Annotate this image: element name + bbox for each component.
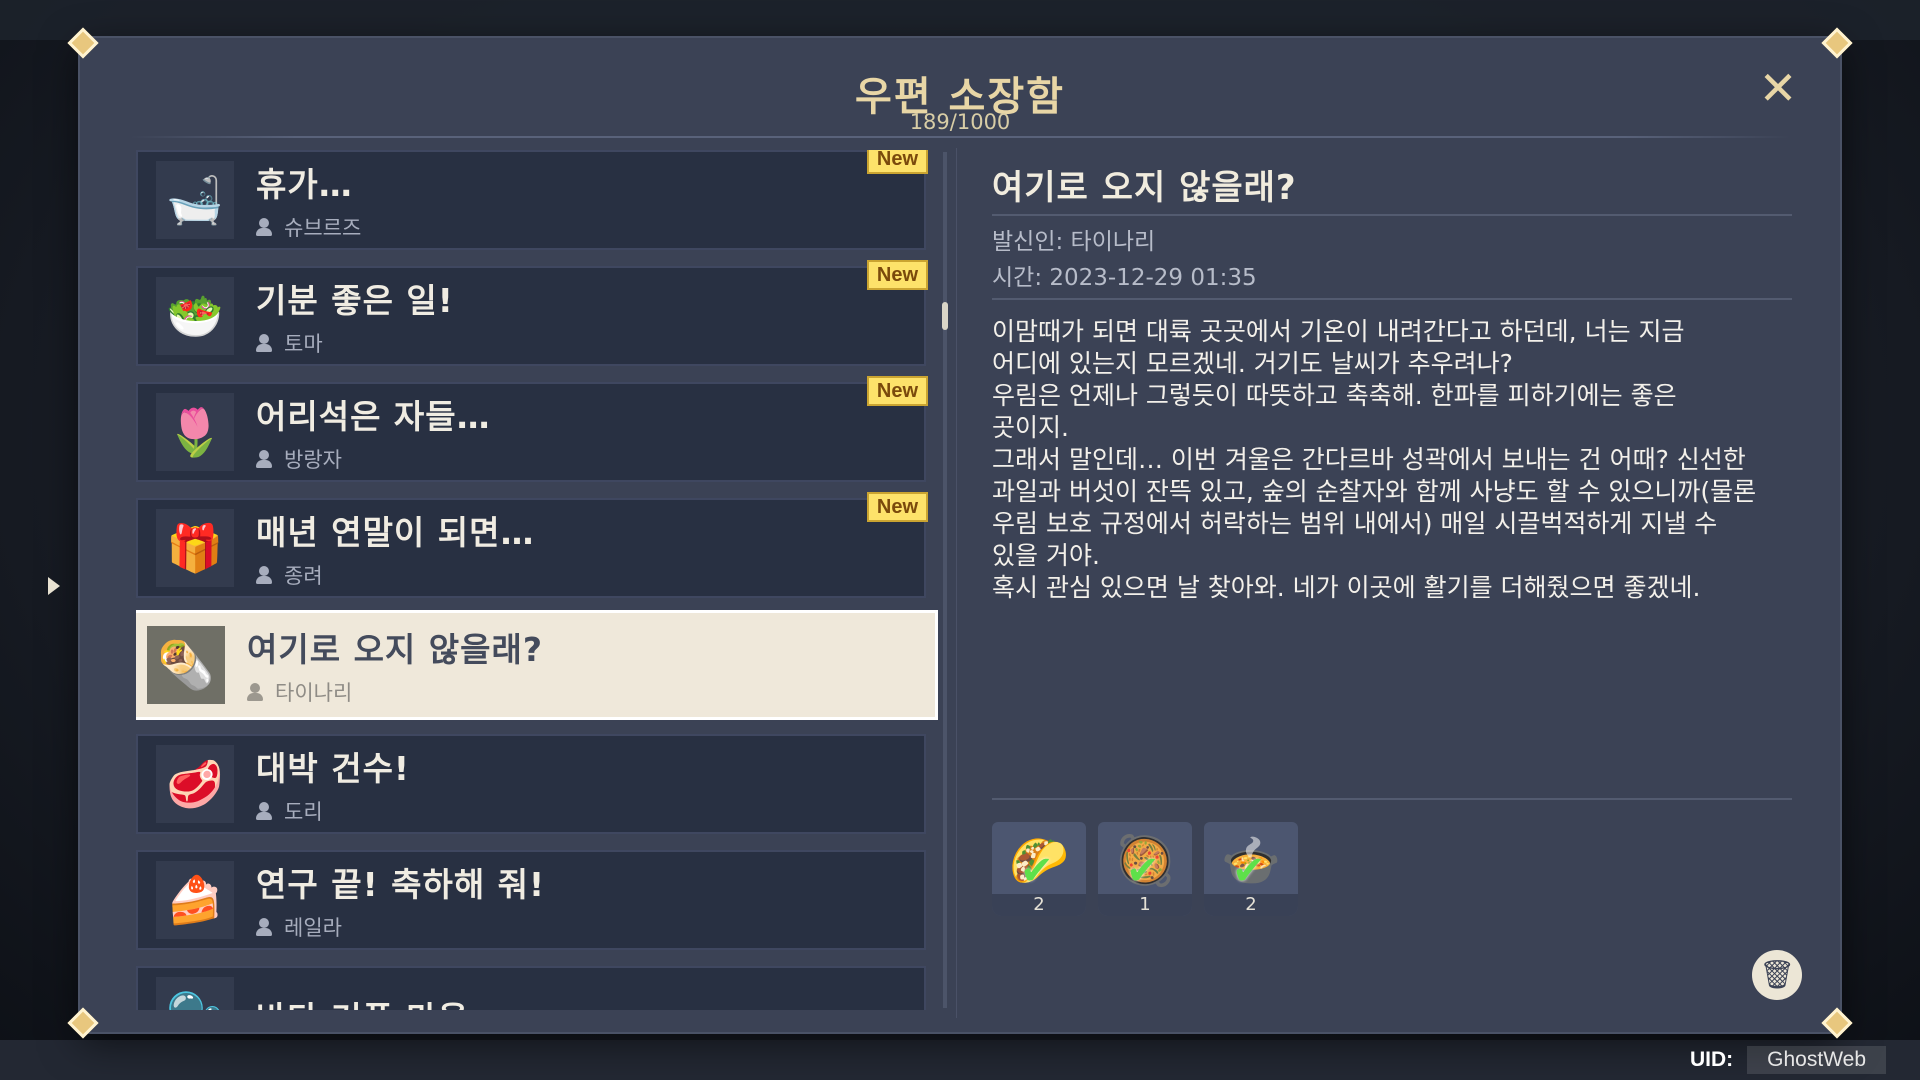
- trash-icon: 🗑: [1759, 958, 1795, 991]
- corner-ornament-icon: [1821, 27, 1853, 60]
- flower-icon: 🌷: [156, 393, 234, 471]
- salad-dish-icon: 🥗: [156, 277, 234, 355]
- person-icon: [256, 918, 272, 936]
- close-icon: ✕: [1758, 61, 1798, 115]
- reward-quantity: 1: [1098, 894, 1192, 916]
- mail-body-line: 어디에 있는지 모르겠네. 거기도 날씨가 추우려나?: [992, 349, 1513, 378]
- divider: [992, 214, 1792, 216]
- mail-list-item[interactable]: 🎁 매년 연말이 되면… 종려 New: [136, 492, 928, 598]
- person-icon: [256, 218, 272, 236]
- person-icon: [256, 334, 272, 352]
- mail-list[interactable]: 🛁 휴가… 슈브르즈 New 🥗 기분 좋은 일! 토마 New 🌷 어리석은 …: [136, 150, 1016, 1010]
- mail-subject: 휴가…: [256, 165, 353, 204]
- mail-body-line: 과일과 버섯이 잔뜩 있고, 숲의 순찰자와 함께 사냥도 할 수 있으니까(물…: [992, 477, 1757, 506]
- person-icon: [256, 566, 272, 584]
- close-button[interactable]: ✕: [1756, 65, 1800, 111]
- mail-body: 이맘때가 되면 대륙 곳곳에서 기온이 내려간다고 하던데, 너는 지금 어디에…: [992, 316, 1792, 604]
- reward-list: 🌮 ✔ 2 🥘 ✔ 1 🍲 ✔ 2: [992, 822, 1298, 916]
- mail-body-line: 우림 보호 규정에서 허락하는 범위 내에서) 매일 시끌벅적하게 지낼 수: [992, 509, 1718, 538]
- sea-bubble-icon: 🫧: [156, 977, 234, 1010]
- reward-quantity: 2: [1204, 894, 1298, 916]
- reward-item[interactable]: 🍲 ✔ 2: [1204, 822, 1298, 916]
- checkmark-icon: ✔: [1020, 848, 1054, 894]
- corner-ornament-icon: [1821, 1007, 1853, 1040]
- corner-ornament-icon: [67, 1007, 99, 1040]
- selected-arrow-icon: [48, 577, 60, 595]
- raw-meat-icon: 🥩: [156, 745, 234, 823]
- mail-body-line: 혹시 관심 있으면 날 찾아와. 네가 이곳에 활기를 더해줬으면 좋겠네.: [992, 573, 1701, 602]
- mail-list-scrollbar[interactable]: [942, 152, 948, 1008]
- mail-body-line: 그래서 말인데… 이번 겨울은 간다르바 성곽에서 보내는 건 어때? 신선한: [992, 445, 1746, 474]
- divider: [992, 798, 1792, 800]
- mail-sender: 타이나리: [275, 681, 353, 705]
- mail-list-item-selected[interactable]: 🌯 여기로 오지 않을래? 타이나리: [136, 610, 938, 720]
- uid-value: GhostWeb: [1747, 1046, 1886, 1074]
- checkmark-icon: ✔: [1126, 848, 1160, 894]
- baklava-dish-icon: 🍰: [156, 861, 234, 939]
- mail-body-line: 우림은 언제나 그렇듯이 따뜻하고 축축해. 한파를 피하기에는 좋은: [992, 381, 1677, 410]
- new-badge: New: [866, 492, 928, 522]
- mail-sender: 레일라: [284, 916, 342, 940]
- mail-subject: 여기로 오지 않을래?: [247, 630, 544, 669]
- mail-sender: 슈브르즈: [284, 216, 362, 240]
- person-icon: [247, 683, 263, 701]
- mailbox-panel: 우편 소장함 189/1000 ✕ 🛁 휴가… 슈브르즈 New 🥗 기분 좋은…: [48, 27, 1853, 1039]
- mail-detail: 여기로 오지 않을래? 발신인: 타이나리 시간: 2023-12-29 01:…: [992, 150, 1792, 1010]
- scrollbar-thumb[interactable]: [942, 302, 948, 330]
- mail-detail-sender: 발신인: 타이나리: [992, 229, 1156, 255]
- mail-list-item[interactable]: 🫧 바다 거품 마을…: [136, 966, 926, 1010]
- mail-list-item[interactable]: 🛁 휴가… 슈브르즈 New: [136, 150, 928, 250]
- person-icon: [256, 802, 272, 820]
- mail-subject: 연구 끝! 축하해 줘!: [256, 865, 546, 904]
- reward-item[interactable]: 🥘 ✔ 1: [1098, 822, 1192, 916]
- mail-subject: 기분 좋은 일!: [256, 281, 454, 320]
- new-badge: New: [866, 376, 928, 406]
- background-top-bar: [0, 0, 1920, 40]
- mail-list-item[interactable]: 🥩 대박 건수! 도리: [136, 734, 926, 834]
- mail-body-line: 곳이지.: [992, 413, 1069, 442]
- mail-subject: 바다 거품 마을…: [256, 992, 503, 1010]
- mail-list-item[interactable]: 🍰 연구 끝! 축하해 줘! 레일라: [136, 850, 926, 950]
- person-icon: [256, 450, 272, 468]
- divider: [992, 298, 1792, 300]
- reward-quantity: 2: [992, 894, 1086, 916]
- divider: [956, 148, 957, 1018]
- new-badge: New: [866, 260, 928, 290]
- uid-display: UID: GhostWeb: [1690, 1044, 1886, 1076]
- mail-detail-time: 시간: 2023-12-29 01:35: [992, 265, 1257, 291]
- gift-box-icon: 🎁: [156, 509, 234, 587]
- mail-list-item[interactable]: 🥗 기분 좋은 일! 토마 New: [136, 260, 928, 366]
- reward-item[interactable]: 🌮 ✔ 2: [992, 822, 1086, 916]
- mail-subject: 어리석은 자들…: [256, 397, 491, 436]
- divider: [130, 136, 1790, 138]
- mail-subject: 대박 건수!: [256, 749, 410, 788]
- delete-button[interactable]: 🗑: [1752, 950, 1802, 1000]
- mail-sender: 종려: [284, 564, 323, 588]
- mail-count: 189/1000: [909, 110, 1011, 134]
- mail-body-line: 이맘때가 되면 대륙 곳곳에서 기온이 내려간다고 하던데, 너는 지금: [992, 317, 1685, 346]
- mail-subject: 매년 연말이 되면…: [256, 513, 535, 552]
- background-bottom-bar: [0, 1040, 1920, 1080]
- bathtub-icon: 🛁: [156, 161, 234, 239]
- mail-detail-subject: 여기로 오지 않을래?: [992, 168, 1297, 208]
- mail-list-item[interactable]: 🌷 어리석은 자들… 방랑자 New: [136, 376, 928, 482]
- mail-sender: 방랑자: [284, 448, 342, 472]
- uid-label: UID:: [1690, 1048, 1734, 1071]
- wrap-dish-icon: 🌯: [147, 626, 225, 704]
- mail-body-line: 있을 거야.: [992, 541, 1100, 570]
- new-badge: New: [866, 150, 928, 174]
- mail-sender: 도리: [284, 800, 323, 824]
- checkmark-icon: ✔: [1232, 848, 1266, 894]
- corner-ornament-icon: [67, 27, 99, 60]
- mail-sender: 토마: [284, 332, 323, 356]
